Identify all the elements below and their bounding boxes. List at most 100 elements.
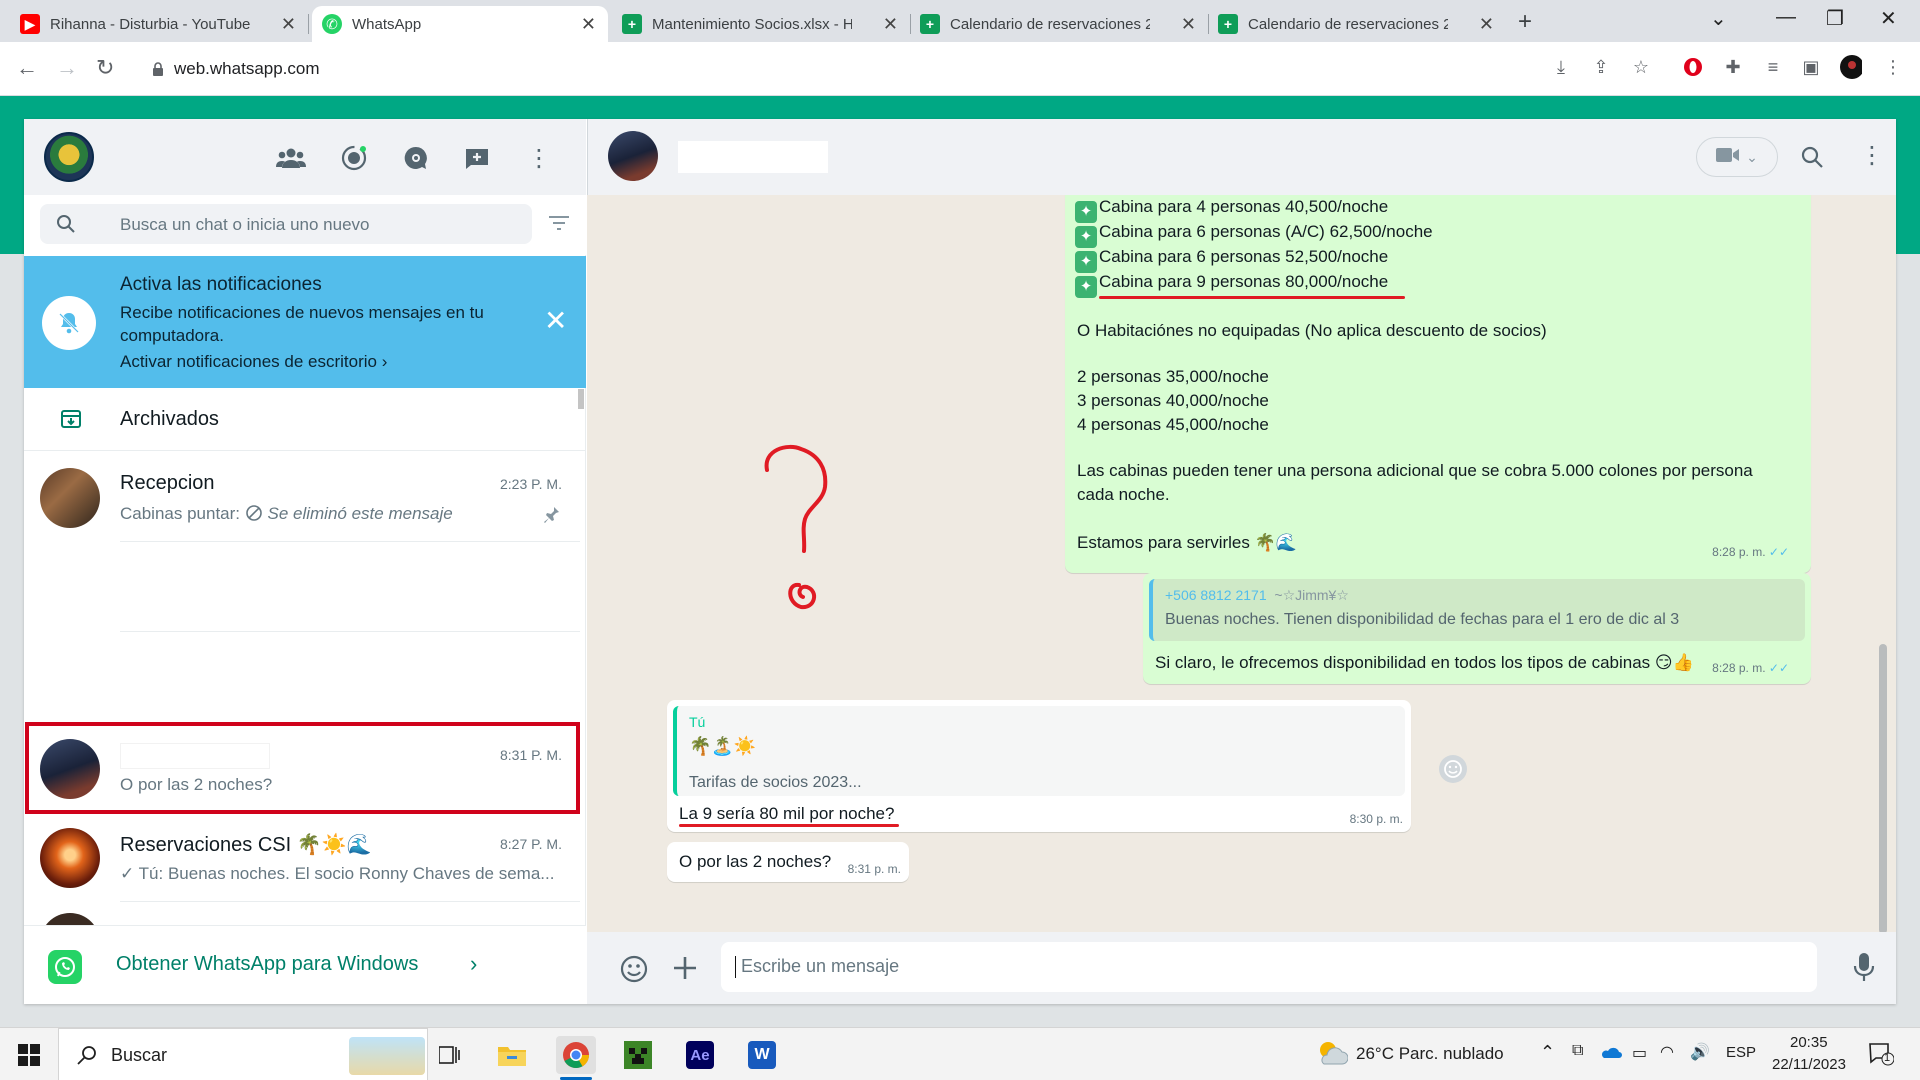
task-view-icon[interactable] (430, 1036, 470, 1074)
close-tab-icon[interactable]: ✕ (281, 14, 296, 35)
tab-sheets-2[interactable]: + Calendario de reservaciones 202 ✕ (910, 6, 1209, 42)
taskbar-search-label: Buscar (111, 1045, 168, 1065)
chevron-up-icon[interactable]: ⌃ (1540, 1042, 1555, 1063)
sparkle-icon: ✦ (1075, 276, 1097, 298)
message-time: 8:31 p. m. (847, 862, 901, 876)
sparkle-icon: ✦ (1075, 226, 1097, 248)
opera-extension-icon[interactable] (1682, 56, 1704, 78)
tab-sheets-1[interactable]: + Mantenimiento Socios.xlsx - Hoj ✕ (612, 6, 911, 42)
address-bar[interactable]: web.whatsapp.com (140, 50, 1530, 88)
whatsapp-app: ⋮ Busca un chat o inicia uno nuevo Activ… (24, 119, 1896, 1004)
status-icon[interactable] (339, 143, 369, 173)
conversation-menu-icon[interactable]: ⋮ (1860, 141, 1884, 170)
volume-icon[interactable]: 🔊 (1690, 1042, 1710, 1062)
emoji-icon[interactable] (619, 954, 649, 989)
new-tab-button[interactable]: + (1518, 8, 1532, 36)
wifi-icon[interactable]: ◠ (1660, 1042, 1674, 1062)
menu-icon[interactable]: ⋮ (524, 143, 554, 173)
maximize-icon[interactable]: ❐ (1826, 6, 1844, 31)
forward-icon[interactable]: → (56, 55, 78, 81)
battery-icon[interactable]: ▭ (1632, 1043, 1647, 1063)
search-icon[interactable] (1800, 145, 1824, 174)
close-tab-icon[interactable]: ✕ (1479, 14, 1494, 35)
search-input[interactable]: Busca un chat o inicia uno nuevo (40, 204, 532, 244)
message-line: ✦ Cabina para 6 personas (A/C) 62,500/noc… (1075, 222, 1433, 248)
avatar (40, 468, 100, 528)
share-icon[interactable]: ⇪ (1590, 56, 1612, 78)
chat-item-reservaciones[interactable]: Reservaciones CSI 🌴☀️🌊 8:27 P. M. ✓ Tú: … (24, 814, 580, 902)
my-avatar[interactable] (44, 132, 94, 182)
microphone-icon[interactable] (1853, 952, 1875, 989)
file-explorer-icon[interactable] (492, 1036, 532, 1074)
close-icon[interactable]: ✕ (544, 304, 567, 337)
browser-toolbar: ← → ↻ web.whatsapp.com ⤓ ⇪ ☆ ✚ ≡ ▣ ⋮ (0, 42, 1920, 96)
message-text: Si claro, le ofrecemos disponibilidad en… (1155, 653, 1694, 672)
tab-youtube[interactable]: ▶ Rihanna - Disturbia - YouTube ✕ (10, 6, 309, 42)
react-emoji-icon[interactable] (1439, 755, 1467, 783)
after-effects-icon[interactable]: Ae (680, 1036, 720, 1074)
language-indicator[interactable]: ESP (1726, 1044, 1756, 1061)
preview-sender: Cabinas puntar: (120, 504, 241, 523)
message-line: 4 personas 45,000/noche (1077, 415, 1269, 434)
close-tab-icon[interactable]: ✕ (883, 14, 898, 35)
clock-date[interactable]: 22/11/2023 (1772, 1056, 1846, 1073)
close-tab-icon[interactable]: ✕ (581, 14, 596, 35)
search-icon (56, 214, 76, 239)
weather-icon[interactable] (1314, 1038, 1349, 1073)
enable-notifications-link[interactable]: Activar notificaciones de escritorio › (120, 352, 387, 372)
media-control-icon[interactable]: ≡ (1762, 56, 1784, 78)
tab-sheets-3[interactable]: + Calendario de reservaciones 202 ✕ (1208, 6, 1506, 42)
message-bubble-tariffs[interactable]: ✦ Cabina para 4 personas 40,500/noche ✦ Ca… (1065, 195, 1811, 573)
message-bubble-question[interactable]: Tú 🌴🏝️☀️ Tarifas de socios 2023... La 9 … (667, 700, 1411, 832)
conversation-scrollbar[interactable] (1879, 644, 1887, 934)
onedrive-icon[interactable] (1600, 1045, 1622, 1064)
close-tab-icon[interactable]: ✕ (1181, 14, 1196, 35)
avatar-partial (40, 913, 100, 925)
contact-avatar[interactable] (608, 131, 658, 181)
channels-icon[interactable] (401, 143, 431, 173)
close-window-icon[interactable]: ✕ (1880, 6, 1897, 31)
extensions-puzzle-icon[interactable]: ✚ (1722, 56, 1744, 78)
back-icon[interactable]: ← (16, 55, 38, 81)
minecraft-icon[interactable] (618, 1036, 658, 1074)
video-call-button[interactable]: ⌄ (1696, 137, 1778, 177)
message-input[interactable]: Escribe un mensaje (721, 942, 1817, 992)
profile-avatar[interactable] (1840, 55, 1862, 79)
device-icon[interactable]: ⧉ (1572, 1042, 1583, 1060)
taskbar-search[interactable]: Buscar (58, 1028, 428, 1080)
bookmark-star-icon[interactable]: ☆ (1630, 56, 1652, 78)
get-app-row[interactable]: Obtener WhatsApp para Windows › (24, 925, 586, 1004)
tab-label: Mantenimiento Socios.xlsx - Hoj (652, 15, 852, 33)
attach-plus-icon[interactable] (671, 954, 699, 987)
sidebar-scrollbar[interactable] (578, 389, 584, 409)
weather-text[interactable]: 26°C Parc. nublado (1356, 1044, 1504, 1064)
chat-item-recepcion[interactable]: Recepcion 2:23 P. M. Cabinas puntar: Se … (24, 454, 580, 542)
new-chat-icon[interactable] (462, 143, 492, 173)
browser-menu-icon[interactable]: ⋮ (1882, 56, 1904, 78)
tab-whatsapp[interactable]: ✆ WhatsApp ✕ (312, 6, 608, 42)
bell-off-icon (42, 296, 96, 350)
reload-icon[interactable]: ↻ (96, 55, 114, 81)
communities-icon[interactable] (276, 143, 306, 173)
filter-icon[interactable] (548, 215, 570, 236)
chat-time: 2:23 P. M. (499, 476, 562, 492)
search-row: Busca un chat o inicia uno nuevo (24, 195, 586, 255)
minimize-icon[interactable]: — (1776, 6, 1796, 29)
clock-time[interactable]: 20:35 (1790, 1034, 1828, 1051)
windows-start-icon[interactable] (18, 1044, 40, 1071)
chrome-taskbar-icon[interactable] (556, 1036, 596, 1074)
chat-preview: Cabinas puntar: Se eliminó este mensaje (120, 504, 453, 527)
word-icon[interactable]: W (742, 1036, 782, 1074)
install-app-icon[interactable]: ⤓ (1550, 56, 1572, 78)
tab-search-icon[interactable]: ⌄ (1710, 6, 1727, 31)
side-panel-icon[interactable]: ▣ (1800, 56, 1822, 78)
conversation-header[interactable]: ⌄ ⋮ (587, 119, 1896, 195)
message-bubble-followup[interactable]: O por las 2 noches? 8:31 p. m. (667, 842, 909, 882)
archived-row[interactable]: Archivados (24, 389, 586, 451)
message-placeholder: Escribe un mensaje (741, 956, 900, 976)
message-bubble-availability[interactable]: +506 8812 2171 ~☆Jimm¥☆ Buenas noches. T… (1143, 573, 1811, 684)
notification-count: 1 (1884, 1052, 1891, 1064)
tab-label: WhatsApp (352, 15, 422, 33)
quoted-message[interactable]: Tú 🌴🏝️☀️ Tarifas de socios 2023... (673, 706, 1405, 796)
quoted-message[interactable]: +506 8812 2171 ~☆Jimm¥☆ Buenas noches. T… (1149, 579, 1805, 641)
